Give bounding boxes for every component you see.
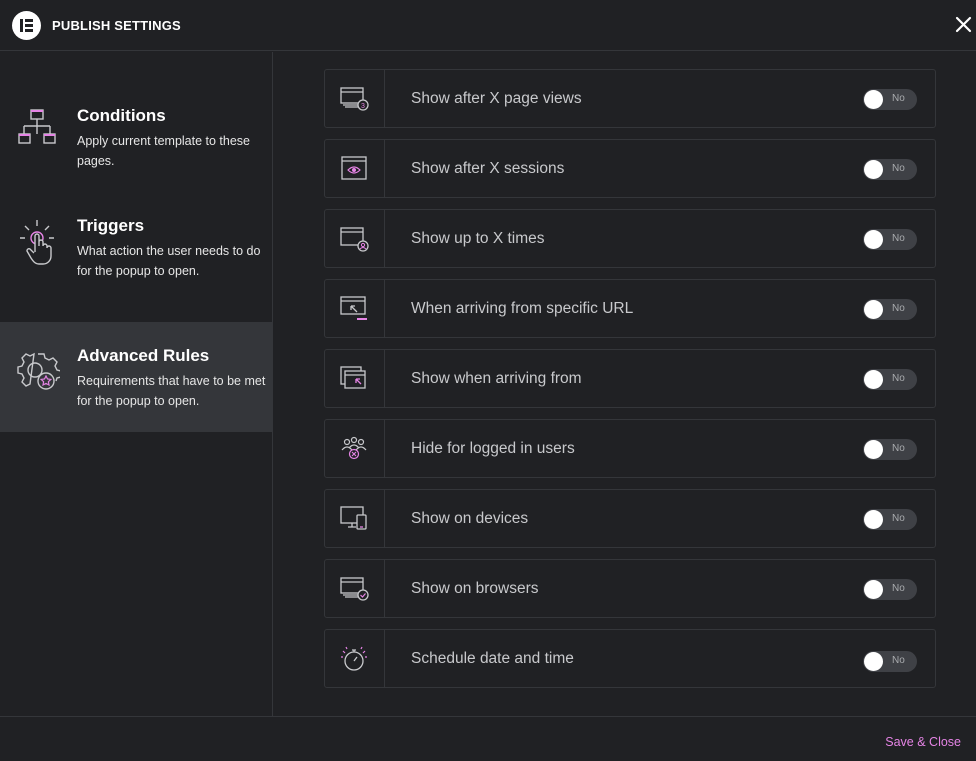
sidebar-item-conditions[interactable]: Conditions Apply current template to the… <box>0 82 273 192</box>
toggle-label: No <box>892 655 905 666</box>
toggle-knob <box>864 370 883 389</box>
rule-label: Show on browsers <box>411 580 539 597</box>
arriving-from-icon <box>325 350 385 407</box>
rule-label: Show when arriving from <box>411 370 582 387</box>
rule-toggle[interactable]: No <box>863 509 917 530</box>
sitemap-icon <box>16 108 60 156</box>
close-icon[interactable] <box>953 14 975 36</box>
footer: Save & Close <box>0 716 976 761</box>
header: PUBLISH SETTINGS <box>0 0 976 51</box>
rules-list: 3 Show after X page views No Show after … <box>274 52 976 716</box>
rule-row-times: Show up to X times No <box>324 209 936 268</box>
toggle-label: No <box>892 303 905 314</box>
toggle-knob <box>864 230 883 249</box>
rule-row-arriving-from: Show when arriving from No <box>324 349 936 408</box>
devices-icon <box>325 490 385 547</box>
rule-toggle[interactable]: No <box>863 439 917 460</box>
sidebar: Conditions Apply current template to the… <box>0 52 273 716</box>
rule-toggle[interactable]: No <box>863 579 917 600</box>
rule-toggle[interactable]: No <box>863 299 917 320</box>
toggle-label: No <box>892 163 905 174</box>
toggle-knob <box>864 510 883 529</box>
toggle-label: No <box>892 93 905 104</box>
rule-row-browsers: Show on browsers No <box>324 559 936 618</box>
rule-row-sessions: Show after X sessions No <box>324 139 936 198</box>
toggle-label: No <box>892 513 905 524</box>
rule-row-devices: Show on devices No <box>324 489 936 548</box>
sidebar-item-title: Advanced Rules <box>77 346 210 365</box>
rule-toggle[interactable]: No <box>863 89 917 110</box>
toggle-knob <box>864 652 883 671</box>
logged-in-users-icon <box>325 420 385 477</box>
rule-row-page-views: 3 Show after X page views No <box>324 69 936 128</box>
rule-row-specific-url: When arriving from specific URL No <box>324 279 936 338</box>
sidebar-item-desc: Apply current template to these pages. <box>77 134 251 168</box>
sidebar-item-advanced-rules[interactable]: Advanced Rules Requirements that have to… <box>0 322 273 432</box>
rule-label: When arriving from specific URL <box>411 300 634 317</box>
rule-label: Show up to X times <box>411 230 545 247</box>
save-close-button[interactable]: Save & Close <box>885 735 961 749</box>
rule-toggle[interactable]: No <box>863 159 917 180</box>
svg-text:3: 3 <box>361 103 365 110</box>
rule-toggle[interactable]: No <box>863 229 917 250</box>
elementor-logo-icon <box>12 11 41 40</box>
sidebar-item-title: Triggers <box>77 216 145 235</box>
gear-star-icon <box>16 348 62 396</box>
sidebar-item-title: Conditions <box>77 106 166 125</box>
toggle-knob <box>864 300 883 319</box>
times-icon <box>325 210 385 267</box>
rule-label: Show after X page views <box>411 90 582 107</box>
rule-label: Schedule date and time <box>411 650 574 667</box>
page-title: PUBLISH SETTINGS <box>52 18 181 33</box>
pointer-hand-icon <box>16 218 60 266</box>
toggle-label: No <box>892 583 905 594</box>
page-views-icon: 3 <box>325 70 385 127</box>
rule-label: Show on devices <box>411 510 529 527</box>
rule-toggle[interactable]: No <box>863 369 917 390</box>
toggle-knob <box>864 440 883 459</box>
toggle-label: No <box>892 373 905 384</box>
rule-row-logged-in-users: Hide for logged in users No <box>324 419 936 478</box>
schedule-icon <box>325 630 385 687</box>
toggle-knob <box>864 90 883 109</box>
rule-toggle[interactable]: No <box>863 651 917 672</box>
url-icon <box>325 280 385 337</box>
sessions-icon <box>325 140 385 197</box>
rule-row-schedule: Schedule date and time No <box>324 629 936 688</box>
sidebar-item-desc: What action the user needs to do for the… <box>77 244 261 278</box>
rule-label: Show after X sessions <box>411 160 565 177</box>
toggle-knob <box>864 160 883 179</box>
toggle-label: No <box>892 233 905 244</box>
browsers-icon <box>325 560 385 617</box>
sidebar-item-desc: Requirements that have to be met for the… <box>77 374 266 408</box>
rule-label: Hide for logged in users <box>411 440 575 457</box>
toggle-label: No <box>892 443 905 454</box>
toggle-knob <box>864 580 883 599</box>
sidebar-item-triggers[interactable]: Triggers What action the user needs to d… <box>0 192 273 302</box>
